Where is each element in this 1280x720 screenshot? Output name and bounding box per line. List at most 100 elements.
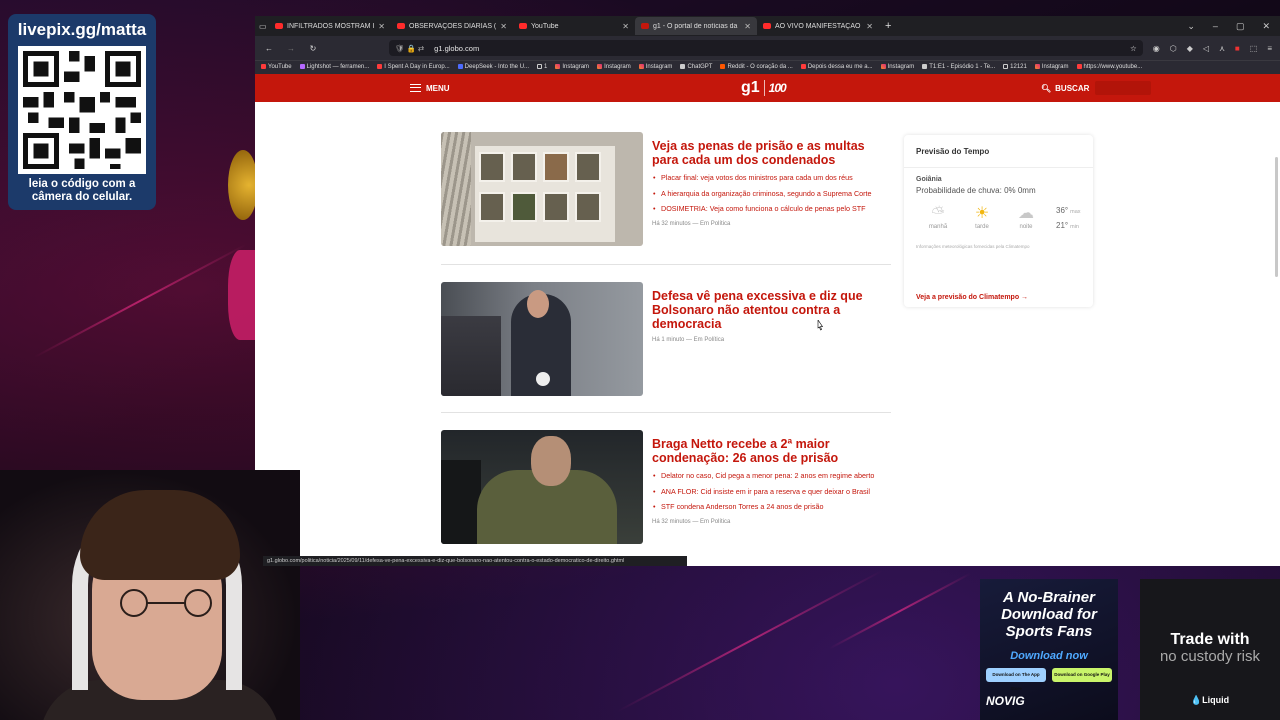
menu-icon[interactable]: ≡ — [1267, 44, 1272, 53]
story-meta: Há 1 minuto — Em Política — [652, 337, 725, 343]
tab-bar: ▭ INFILTRADOS MOSTRAM IGNO ✕ OBSERVAÇÕES… — [255, 16, 1280, 36]
close-window-icon[interactable]: ✕ — [1262, 21, 1270, 32]
close-icon[interactable]: ✕ — [500, 22, 507, 31]
temperatures: 36° max 21° min — [1056, 204, 1081, 234]
app-store-badge[interactable]: Download on The App Store — [986, 668, 1046, 691]
tab-label: YouTube — [531, 22, 559, 30]
bookmark-item[interactable]: 12121 — [1003, 64, 1027, 71]
forward-icon[interactable]: → — [285, 44, 297, 53]
ad-cta[interactable]: Download now — [986, 650, 1112, 662]
g1-logo-text: g1 — [741, 79, 760, 96]
bookmark-item[interactable]: YouTube — [261, 64, 292, 71]
google-play-badge[interactable]: Download on Google Play — [1052, 668, 1112, 682]
story-headline[interactable]: Defesa vê pena excessiva e diz que Bolso… — [652, 289, 892, 331]
browser-tab[interactable]: INFILTRADOS MOSTRAM IGNO ✕ — [269, 17, 391, 35]
story-headline[interactable]: Braga Netto recebe a 2ª maior condenação… — [652, 437, 892, 465]
bookmark-item[interactable]: DeepSeek - Into the U... — [457, 64, 529, 71]
security-icons: 🛡🔒⇄ — [395, 43, 427, 53]
back-icon[interactable]: ← — [263, 44, 275, 53]
period-label: noite — [1019, 224, 1033, 230]
hamburger-icon — [410, 84, 421, 92]
browser-tab[interactable]: YouTube ✕ — [513, 17, 635, 35]
period-label: manhã — [928, 224, 948, 230]
related-link[interactable]: STF condena Anderson Torres a 24 anos de… — [652, 503, 892, 512]
menu-button[interactable]: MENU — [410, 84, 450, 93]
browser-tab[interactable]: OBSERVAÇÕES DIÁRIAS (EP. 29 ✕ — [391, 17, 513, 35]
tab-list-icon[interactable]: ▭ — [259, 22, 269, 31]
mouse-cursor-icon — [817, 320, 824, 331]
related-links: Delator no caso, Cid pega a menor pena: … — [652, 472, 892, 512]
period-label: tarde — [975, 224, 989, 230]
maximize-icon[interactable]: ▢ — [1236, 21, 1245, 32]
browser-tab-active[interactable]: g1 - O portal de notícias da ✕ — [635, 17, 757, 35]
bookmark-item[interactable]: ChatGPT — [680, 64, 712, 71]
bookmark-item[interactable]: https://www.youtube... — [1076, 64, 1142, 71]
extension-icon[interactable]: ■ — [1235, 44, 1240, 53]
max-temp: 36° — [1056, 206, 1069, 215]
bookmark-item[interactable]: Reddit - O coração da ... — [720, 64, 793, 71]
related-link[interactable]: A hierarquia da organização criminosa, s… — [652, 189, 892, 198]
climatempo-link[interactable]: Veja a previsão do Climatempo → — [916, 294, 1028, 301]
max-label: max — [1070, 209, 1081, 215]
novig-ad[interactable]: A No-Brainer Download for Sports Fans Do… — [980, 579, 1118, 720]
extension-icon[interactable]: ⬚ — [1250, 44, 1258, 53]
tab-label: INFILTRADOS MOSTRAM IGNO — [287, 22, 374, 30]
tab-label: g1 - O portal de notícias da — [653, 22, 738, 30]
bookmark-item[interactable]: 1 — [537, 64, 547, 71]
browser-tab[interactable]: AO VIVO MANIFESTAÇÃO EM 8 ✕ — [757, 17, 879, 35]
bookmark-item[interactable]: Instagram — [1034, 64, 1069, 71]
period-night: ☁︎ noite — [1004, 204, 1048, 230]
rain-probability: Probabilidade de chuva: 0% 0mm — [916, 186, 1036, 195]
new-tab-button[interactable]: + — [879, 20, 897, 32]
cloud-icon: ☁︎ — [1018, 205, 1034, 222]
story-meta: Há 32 minutos — Em Política — [652, 518, 731, 525]
close-icon[interactable]: ✕ — [744, 22, 751, 31]
chevron-down-icon[interactable]: ⌄ — [1187, 21, 1195, 32]
extension-icon[interactable]: ◉ — [1153, 44, 1160, 53]
bookmark-item[interactable]: I Spent A Day in Europ... — [377, 64, 450, 71]
logo-separator — [763, 80, 765, 96]
related-link[interactable]: Placar final: veja votos dos ministros p… — [652, 174, 892, 183]
bookmark-item[interactable]: Instagram — [597, 64, 631, 71]
story-headline[interactable]: Veja as penas de prisão e as multas para… — [652, 139, 892, 167]
speaker-icon[interactable]: ◁ — [1203, 44, 1209, 53]
bookmark-item[interactable]: Instagram — [555, 64, 589, 71]
story-thumbnail[interactable] — [441, 430, 643, 544]
g1-logo[interactable]: g1 100 — [741, 79, 787, 97]
extension-icon[interactable]: ⋏ — [1219, 44, 1225, 53]
story-thumbnail[interactable] — [441, 282, 643, 396]
star-icon[interactable]: ☆ — [1130, 44, 1137, 53]
weather-city: Goiânia — [916, 176, 942, 183]
related-link[interactable]: Delator no caso, Cid pega a menor pena: … — [652, 472, 892, 481]
browser-window: ▭ INFILTRADOS MOSTRAM IGNO ✕ OBSERVAÇÕES… — [255, 16, 1280, 566]
min-temp: 21° — [1056, 221, 1069, 230]
reload-icon[interactable]: ↻ — [307, 44, 319, 53]
period-morning: ⛅︎ manhã — [916, 204, 960, 230]
minimize-icon[interactable]: – — [1213, 21, 1218, 32]
search-input[interactable] — [1095, 81, 1152, 95]
story-thumbnail[interactable] — [441, 132, 643, 246]
news-story: Braga Netto recebe a 2ª maior condenação… — [441, 430, 891, 544]
news-story: Defesa vê pena excessiva e diz que Bolso… — [441, 282, 891, 396]
bookmark-item[interactable]: Lightshot — ferramen... — [299, 64, 369, 71]
extension-icon[interactable]: ◆ — [1187, 44, 1193, 53]
toolbar-icons: ◉ ⬡ ◆ ◁ ⋏ ■ ⬚ ≡ — [1153, 44, 1272, 53]
close-icon[interactable]: ✕ — [378, 22, 385, 31]
story-text: Defesa vê pena excessiva e diz que Bolso… — [652, 289, 892, 343]
weather-source: Informações meteorológicas fornecidas pe… — [916, 244, 1030, 249]
scrollbar[interactable] — [1275, 157, 1278, 277]
address-bar[interactable]: 🛡🔒⇄ g1.globo.com ☆ — [389, 40, 1143, 56]
related-link[interactable]: ANA FLOR: Cid insiste em ir para a reser… — [652, 487, 892, 496]
tab-label: AO VIVO MANIFESTAÇÃO EM 8 — [775, 22, 862, 30]
search-button[interactable]: 🔍︎ BUSCAR — [1041, 81, 1152, 95]
related-link[interactable]: DOSIMETRIA: Veja como funciona o cálculo… — [652, 205, 892, 214]
extension-icon[interactable]: ⬡ — [1170, 44, 1177, 53]
bookmark-item[interactable]: Depois dessa eu me a... — [800, 64, 873, 71]
ad-line-1: Trade with — [1170, 631, 1250, 648]
liquid-ad[interactable]: Trade with no custody risk 💧Liquid — [1140, 579, 1280, 720]
bookmark-item[interactable]: Instagram — [638, 64, 672, 71]
close-icon[interactable]: ✕ — [622, 22, 629, 31]
bookmark-item[interactable]: Instagram — [880, 64, 914, 71]
close-icon[interactable]: ✕ — [866, 22, 873, 31]
bookmark-item[interactable]: T1:E1 - Episódio 1 - Te... — [922, 64, 995, 71]
